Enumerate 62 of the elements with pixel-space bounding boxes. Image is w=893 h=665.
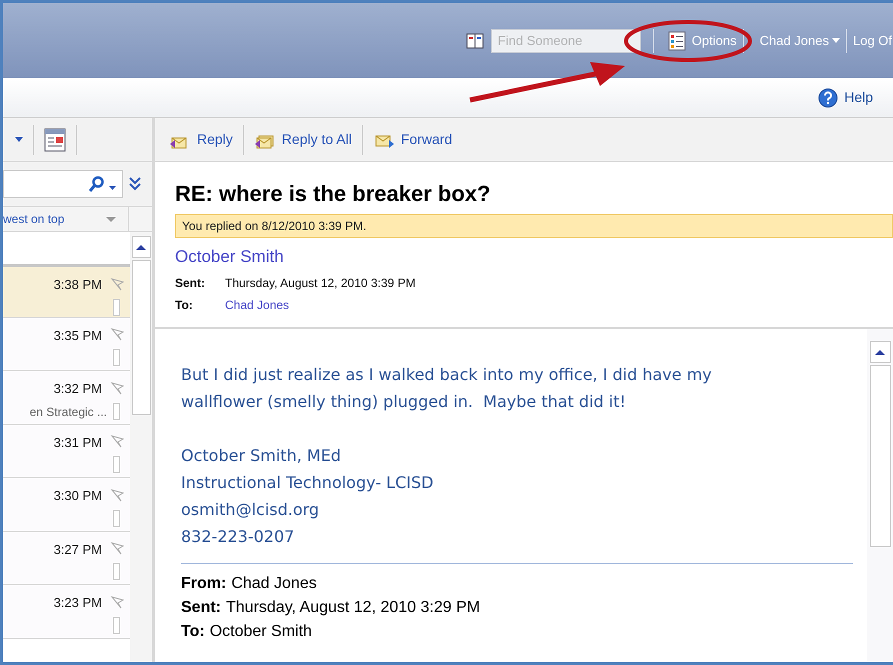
category-box (113, 298, 120, 316)
signature-line: 832-223-0207 (181, 526, 296, 548)
category-box (113, 349, 120, 366)
message-time: 3:32 PM (54, 380, 102, 398)
toolbar-button[interactable]: Forward (372, 129, 452, 150)
reading-pane-icon[interactable] (44, 128, 66, 152)
message-time: 3:35 PM (54, 326, 102, 344)
list-icon[interactable] (668, 30, 686, 50)
quoted-header-label: Sent: (181, 598, 221, 618)
header-value: Thursday, August 12, 2010 3:39 PM (225, 274, 416, 292)
up-arrow-icon[interactable] (136, 244, 146, 250)
category-box (113, 456, 120, 473)
category-box (113, 403, 120, 420)
quoted-header-label: From: (181, 574, 226, 594)
message-row[interactable]: 3:32 PM en Strategic ... (3, 371, 130, 424)
info-bar: You replied on 8/12/2010 3:39 PM. (175, 214, 893, 238)
message-time: 3:38 PM (54, 276, 102, 294)
message-row[interactable]: 3:23 PM (3, 585, 130, 638)
scroll-up-button[interactable] (870, 341, 890, 363)
toolbar-button[interactable]: Reply to All (254, 129, 352, 150)
sort-order-button[interactable]: west on top (3, 207, 129, 231)
help-icon[interactable] (818, 88, 838, 108)
message-subject: RE: where is the breaker box? (175, 180, 492, 208)
quoted-header-value: October Smith (210, 622, 312, 642)
caret-icon[interactable] (109, 186, 116, 190)
message-time: 3:30 PM (54, 487, 102, 505)
scrollbar-thumb[interactable] (132, 260, 150, 415)
body-text: But I did just realize as I walked back into my office, I did have my (181, 364, 713, 386)
quoted-header-value: Chad Jones (231, 574, 317, 594)
signature-line: Instructional Technology- LCISD (181, 472, 434, 494)
message-time: 3:23 PM (54, 594, 102, 612)
body-text: wallflower (smelly thing) plugged in. Maybe that did it! (181, 391, 627, 413)
search-icon[interactable] (89, 176, 105, 192)
address-book-icon[interactable] (464, 32, 485, 50)
message-row[interactable]: 3:31 PM (3, 424, 130, 478)
category-box (113, 563, 120, 580)
quoted-header-label: To: (181, 622, 205, 642)
message-preview: en Strategic ... (30, 404, 107, 420)
search-field[interactable] (3, 170, 123, 198)
message-time: 3:31 PM (54, 434, 102, 452)
scrollbar-thumb[interactable] (870, 365, 890, 547)
signature-line: October Smith, MEd (181, 445, 342, 467)
message-row[interactable]: 3:27 PM (3, 532, 130, 585)
header-label: Sent: (175, 274, 206, 292)
category-box (113, 510, 120, 526)
message-time: 3:27 PM (54, 540, 102, 558)
quoted-header-value: Thursday, August 12, 2010 3:29 PM (226, 598, 480, 618)
up-arrow-icon[interactable] (875, 350, 885, 354)
message-row[interactable]: 3:38 PM (3, 264, 130, 318)
recipient-link[interactable]: Chad Jones (225, 296, 290, 314)
help-link[interactable]: Help (818, 87, 873, 108)
category-box (113, 616, 120, 634)
scroll-up-button[interactable] (132, 236, 150, 258)
expand-icon[interactable] (129, 177, 141, 191)
header-label: To: (175, 296, 194, 314)
caret-icon[interactable] (15, 137, 23, 142)
sender-link[interactable]: October Smith (175, 244, 284, 270)
message-row[interactable]: 3:35 PM (3, 318, 130, 371)
find-someone-field[interactable]: Find Someone (490, 28, 641, 52)
toolbar-button[interactable]: Reply (169, 129, 233, 150)
message-row[interactable]: 3:30 PM (3, 478, 130, 532)
signature-line: osmith@lcisd.org (181, 499, 320, 521)
